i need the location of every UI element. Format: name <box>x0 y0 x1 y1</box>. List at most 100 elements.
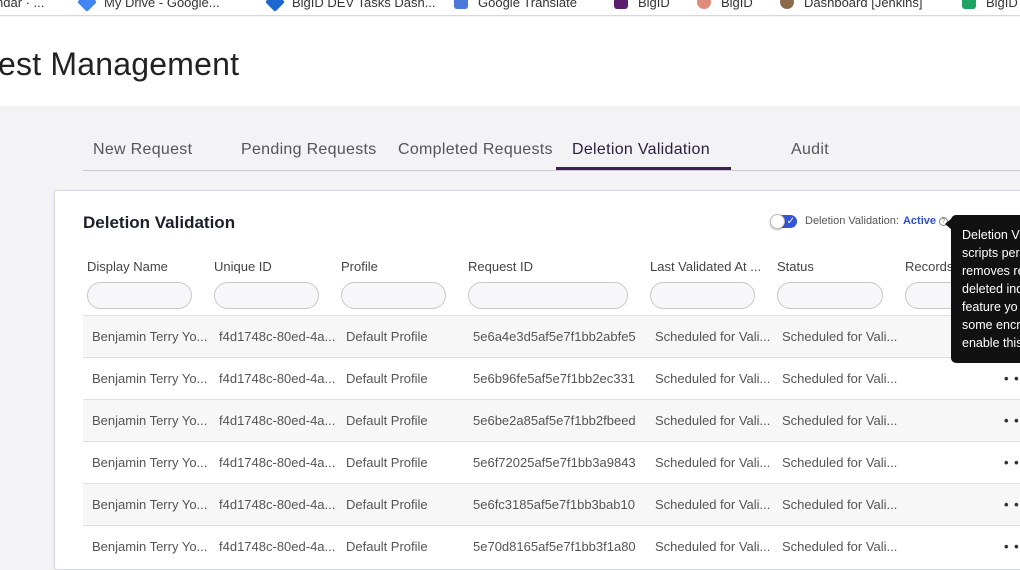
bookmark-item[interactable]: ndar · ... <box>0 0 44 10</box>
table-cell: Benjamin Terry Yo... <box>92 497 208 512</box>
tooltip-line: some encr <box>962 318 1020 332</box>
table-cell: Benjamin Terry Yo... <box>92 539 208 554</box>
table-cell: Scheduled for Vali... <box>782 497 898 512</box>
table-cell: Benjamin Terry Yo... <box>92 329 208 344</box>
table-cell: Benjamin Terry Yo... <box>92 371 208 386</box>
table-row[interactable]: Benjamin Terry Yo... f4d1748c-80ed-4a... D… <box>83 441 1020 483</box>
column-header-request-id[interactable]: Request ID <box>468 259 533 274</box>
filter-request-id-input[interactable] <box>468 282 628 309</box>
filter-status-input[interactable] <box>777 282 883 309</box>
tooltip-line: feature yo <box>962 300 1018 314</box>
table-cell: 5e6be2a85af5e7f1bb2fbeed <box>473 413 636 428</box>
bookmarks-bar: ndar · ... My Drive - Google... BigID DE… <box>0 0 1020 16</box>
bigid-icon <box>962 0 976 9</box>
table-cell: Scheduled for Vali... <box>655 497 771 512</box>
column-header-records[interactable]: Records <box>905 259 953 274</box>
deletion-validation-toggle-group: ✓ Deletion Validation: Active ? <box>770 213 948 229</box>
table-cell: Benjamin Terry Yo... <box>92 413 208 428</box>
translate-icon <box>454 0 468 9</box>
table-row[interactable]: Benjamin Terry Yo... f4d1748c-80ed-4a... D… <box>83 357 1020 399</box>
bigid-icon <box>697 0 711 9</box>
table-cell: f4d1748c-80ed-4a... <box>219 329 336 344</box>
table-cell: Default Profile <box>346 497 428 512</box>
tab-bar: New Request Pending Requests Completed R… <box>83 130 1020 171</box>
bookmark-item[interactable]: Google Translate <box>454 0 577 10</box>
column-header-status[interactable]: Status <box>777 259 814 274</box>
table-cell: Scheduled for Vali... <box>782 371 898 386</box>
bookmark-item[interactable]: Dashboard [Jenkins] <box>780 0 923 10</box>
bookmark-label: Google Translate <box>478 0 578 10</box>
tab-completed-requests[interactable]: Completed Requests <box>398 141 553 159</box>
table-cell: f4d1748c-80ed-4a... <box>219 497 336 512</box>
tooltip-line: Deletion V <box>962 228 1020 242</box>
table-cell: Scheduled for Vali... <box>782 539 898 554</box>
page-header: est Management <box>0 17 1020 106</box>
toggle-state: Active <box>902 215 936 227</box>
table-row[interactable]: Benjamin Terry Yo... f4d1748c-80ed-4a... D… <box>83 483 1020 525</box>
bookmark-label: ndar · ... <box>0 0 45 10</box>
tooltip-line: scripts per <box>962 246 1020 260</box>
table-cell: Scheduled for Vali... <box>655 371 771 386</box>
bigid-icon <box>614 0 628 9</box>
bookmark-label: BigID DEV Tasks Dash... <box>292 0 436 10</box>
table-cell: 5e6b96fe5af5e7f1bb2ec331 <box>473 371 635 386</box>
column-header-last-validated[interactable]: Last Validated At ... <box>650 259 761 274</box>
row-actions-icon[interactable]: • • <box>1004 371 1020 386</box>
row-actions-icon[interactable]: • • <box>1004 455 1020 470</box>
table-cell: f4d1748c-80ed-4a... <box>219 455 336 470</box>
jenkins-icon <box>780 0 794 9</box>
check-icon: ✓ <box>786 215 795 227</box>
bookmark-item[interactable]: My Drive - Google... <box>77 0 220 12</box>
table-cell: Scheduled for Vali... <box>782 413 898 428</box>
table-cell: 5e6f72025af5e7f1bb3a9843 <box>473 455 636 470</box>
table-cell: Benjamin Terry Yo... <box>92 455 208 470</box>
bookmark-item[interactable]: BigID <box>614 0 670 10</box>
table-cell: Default Profile <box>346 329 428 344</box>
tab-new-request[interactable]: New Request <box>93 141 192 159</box>
table-cell: Default Profile <box>346 539 428 554</box>
column-header-unique-id[interactable]: Unique ID <box>214 259 272 274</box>
bookmark-label: BigID <box>721 0 753 10</box>
table-cell: Scheduled for Vali... <box>655 329 771 344</box>
row-actions-icon[interactable]: • • <box>1004 539 1020 554</box>
table-cell: f4d1748c-80ed-4a... <box>219 539 336 554</box>
tab-audit[interactable]: Audit <box>791 141 829 159</box>
table-cell: 5e6fc3185af5e7f1bb3bab10 <box>473 497 635 512</box>
table-row[interactable]: Benjamin Terry Yo... f4d1748c-80ed-4a... D… <box>83 315 1020 357</box>
column-header-profile[interactable]: Profile <box>341 259 378 274</box>
bookmark-item[interactable]: BigID <box>697 0 753 10</box>
table-cell: Scheduled for Vali... <box>655 539 771 554</box>
bookmark-label: BigID <box>986 0 1018 10</box>
row-actions-icon[interactable]: • • <box>1004 497 1020 512</box>
filter-unique-id-input[interactable] <box>214 282 319 309</box>
table-cell: f4d1748c-80ed-4a... <box>219 413 336 428</box>
filter-display-name-input[interactable] <box>87 282 192 309</box>
tab-deletion-validation[interactable]: Deletion Validation <box>572 141 710 159</box>
table-cell: Scheduled for Vali... <box>782 455 898 470</box>
active-tab-indicator <box>556 167 731 170</box>
filter-last-validated-input[interactable] <box>650 282 755 309</box>
table-cell: f4d1748c-80ed-4a... <box>219 371 336 386</box>
table-cell: 5e6a4e3d5af5e7f1bb2abfe5 <box>473 329 636 344</box>
table-row[interactable]: Benjamin Terry Yo... f4d1748c-80ed-4a... D… <box>83 525 1020 567</box>
table-cell: Default Profile <box>346 371 428 386</box>
row-actions-icon[interactable]: • • <box>1004 413 1020 428</box>
card-title: Deletion Validation <box>83 213 236 232</box>
table-cell: Scheduled for Vali... <box>782 329 898 344</box>
filter-profile-input[interactable] <box>341 282 446 309</box>
table-cell: Scheduled for Vali... <box>655 455 771 470</box>
bookmark-label: Dashboard [Jenkins] <box>804 0 923 10</box>
bookmark-item[interactable]: BigID <box>962 0 1018 10</box>
deletion-validation-toggle[interactable]: ✓ <box>770 213 797 229</box>
table-cell: Scheduled for Vali... <box>655 413 771 428</box>
page-title: est Management <box>0 46 240 82</box>
drive-icon <box>77 0 97 12</box>
tooltip-line: enable this <box>962 336 1020 350</box>
table-row[interactable]: Benjamin Terry Yo... f4d1748c-80ed-4a... D… <box>83 399 1020 441</box>
jira-icon <box>265 0 285 12</box>
column-header-display-name[interactable]: Display Name <box>87 259 168 274</box>
bookmark-item[interactable]: BigID DEV Tasks Dash... <box>265 0 436 12</box>
tab-pending-requests[interactable]: Pending Requests <box>241 141 377 159</box>
toggle-label: Deletion Validation: <box>805 215 899 227</box>
bookmark-label: BigID <box>638 0 670 10</box>
